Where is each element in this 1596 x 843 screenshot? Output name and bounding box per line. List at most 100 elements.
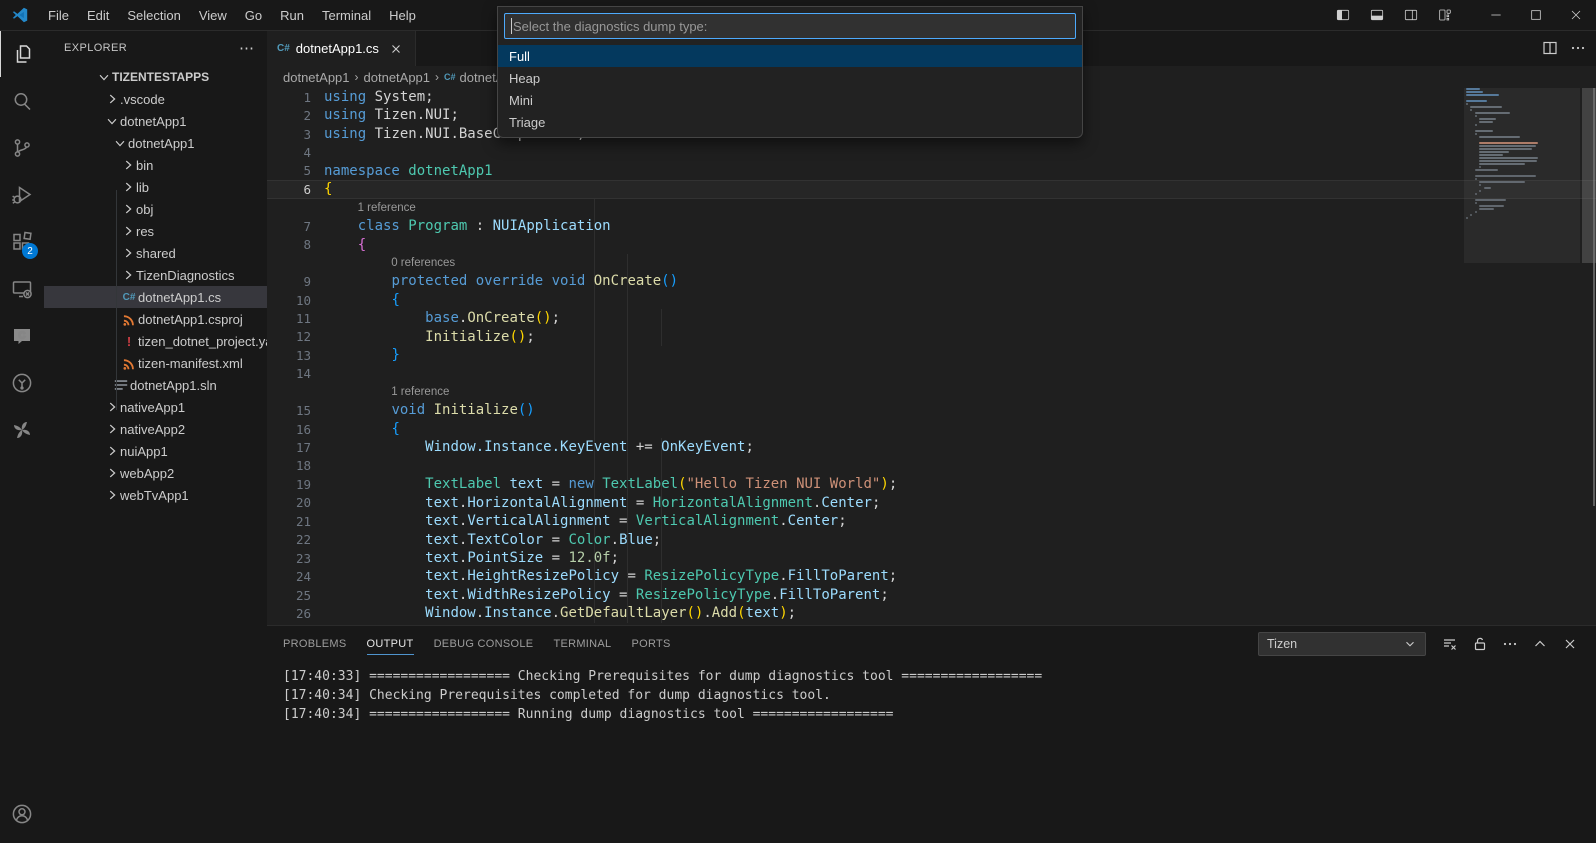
- panel-tab-ports[interactable]: PORTS: [631, 626, 670, 661]
- tree-item-lib[interactable]: lib: [44, 176, 267, 198]
- code-line-13[interactable]: 13 }: [267, 346, 1596, 364]
- tree-item-dotnetapp1[interactable]: dotnetApp1: [44, 110, 267, 132]
- code-line-10[interactable]: 10 {: [267, 291, 1596, 309]
- code-line-7[interactable]: 7 class Program : NUIApplication: [267, 217, 1596, 235]
- tab-dotnetapp1cs[interactable]: C# dotnetApp1.cs: [267, 30, 416, 66]
- panel-tab-debug-console[interactable]: DEBUG CONSOLE: [434, 626, 534, 661]
- code-line-18[interactable]: 18: [267, 457, 1596, 475]
- quick-pick-item-full[interactable]: Full: [498, 45, 1082, 67]
- tree-item-webapp2[interactable]: webApp2: [44, 462, 267, 484]
- activity-remote-target-icon[interactable]: [0, 265, 44, 312]
- activity-csharp-icon[interactable]: C: [0, 312, 44, 359]
- more-actions-icon[interactable]: [1500, 634, 1520, 654]
- code-line-11[interactable]: 11 base.OnCreate();: [267, 309, 1596, 327]
- editor-scrollbar[interactable]: [1582, 88, 1596, 625]
- code-line-17[interactable]: 17 Window.Instance.KeyEvent += OnKeyEven…: [267, 438, 1596, 456]
- output-channel-select[interactable]: Tizen: [1258, 632, 1426, 656]
- customize-layout-icon[interactable]: [1428, 0, 1462, 30]
- code-editor[interactable]: 1using System;2using Tizen.NUI;3using Ti…: [267, 88, 1596, 625]
- code-line-12[interactable]: 12 Initialize();: [267, 328, 1596, 346]
- code-line-19[interactable]: 19 TextLabel text = new TextLabel("Hello…: [267, 475, 1596, 493]
- tree-item-dotnetapp1-csproj[interactable]: dotnetApp1.csproj: [44, 308, 267, 330]
- activity-extensions-icon[interactable]: 2: [0, 218, 44, 265]
- toggle-panel-icon[interactable]: [1360, 0, 1394, 30]
- code-line-21[interactable]: 21 text.VerticalAlignment = VerticalAlig…: [267, 512, 1596, 530]
- tree-item-dotnetapp1-sln[interactable]: dotnetApp1.sln: [44, 374, 267, 396]
- split-editor-icon[interactable]: [1542, 40, 1558, 56]
- activity-run-debug-icon[interactable]: [0, 171, 44, 218]
- tree-item-obj[interactable]: obj: [44, 198, 267, 220]
- explorer-more-actions-icon[interactable]: ⋯: [239, 39, 255, 57]
- menu-view[interactable]: View: [190, 0, 236, 30]
- line-number: 26: [267, 606, 311, 621]
- code-line-14[interactable]: 14: [267, 365, 1596, 383]
- tree-item--vscode[interactable]: .vscode: [44, 88, 267, 110]
- toggle-primary-sidebar-icon[interactable]: [1326, 0, 1360, 30]
- menu-go[interactable]: Go: [236, 0, 271, 30]
- panel-tab-output[interactable]: OUTPUT: [367, 626, 414, 661]
- panel-tab-problems[interactable]: PROBLEMS: [283, 626, 347, 661]
- minimize-icon[interactable]: [1476, 0, 1516, 30]
- panel-tab-terminal[interactable]: TERMINAL: [553, 626, 611, 661]
- activity-explorer-icon[interactable]: [0, 30, 45, 77]
- code-line-16[interactable]: 16 {: [267, 420, 1596, 438]
- menu-file[interactable]: File: [39, 0, 78, 30]
- activity-tizen-certificate-icon[interactable]: [0, 359, 44, 406]
- activity-tizen-pinwheel-icon[interactable]: [0, 406, 44, 453]
- code-line-4[interactable]: 4: [267, 143, 1596, 161]
- maximize-panel-icon[interactable]: [1530, 634, 1550, 654]
- codelens-row[interactable]: 0 references: [267, 254, 1596, 272]
- tree-item-nuiapp1[interactable]: nuiApp1: [44, 440, 267, 462]
- code-line-22[interactable]: 22 text.TextColor = Color.Blue;: [267, 531, 1596, 549]
- code-line-8[interactable]: 8 {: [267, 236, 1596, 254]
- activity-account-icon[interactable]: [0, 790, 44, 837]
- code-line-26[interactable]: 26 Window.Instance.GetDefaultLayer().Add…: [267, 604, 1596, 622]
- code-line-15[interactable]: 15 void Initialize(): [267, 401, 1596, 419]
- quick-pick-item-triage[interactable]: Triage: [498, 111, 1082, 133]
- menu-run[interactable]: Run: [271, 0, 313, 30]
- menu-help[interactable]: Help: [380, 0, 425, 30]
- scrollbar-thumb[interactable]: [1582, 88, 1596, 263]
- code-line-24[interactable]: 24 text.HeightResizePolicy = ResizePolic…: [267, 567, 1596, 585]
- code-line-9[interactable]: 9 protected override void OnCreate(): [267, 272, 1596, 290]
- clear-output-icon[interactable]: [1440, 634, 1460, 654]
- tab-close-icon[interactable]: [387, 40, 405, 58]
- tree-item-res[interactable]: res: [44, 220, 267, 242]
- tree-item-nativeapp1[interactable]: nativeApp1: [44, 396, 267, 418]
- close-panel-icon[interactable]: [1560, 634, 1580, 654]
- tree-item-tizendiagnostics[interactable]: TizenDiagnostics: [44, 264, 267, 286]
- menu-edit[interactable]: Edit: [78, 0, 118, 30]
- code-line-5[interactable]: 5namespace dotnetApp1: [267, 162, 1596, 180]
- menu-selection[interactable]: Selection: [118, 0, 189, 30]
- code-line-20[interactable]: 20 text.HorizontalAlignment = Horizontal…: [267, 494, 1596, 512]
- tree-item-bin[interactable]: bin: [44, 154, 267, 176]
- tree-item-tizen-manifest-xml[interactable]: tizen-manifest.xml: [44, 352, 267, 374]
- activity-search-icon[interactable]: [0, 77, 44, 124]
- activity-source-control-icon[interactable]: [0, 124, 44, 171]
- tree-item-shared[interactable]: shared: [44, 242, 267, 264]
- code-line-6[interactable]: 6{: [267, 180, 1596, 198]
- output-log[interactable]: [17:40:33] ================== Checking P…: [267, 661, 1596, 725]
- toggle-secondary-sidebar-icon[interactable]: [1394, 0, 1428, 30]
- minimap[interactable]: [1466, 88, 1578, 220]
- codelens-row[interactable]: 1 reference: [267, 383, 1596, 401]
- unlock-icon[interactable]: [1470, 634, 1490, 654]
- tree-item-dotnetapp1-cs[interactable]: C#dotnetApp1.cs: [44, 286, 267, 308]
- breadcrumb-item[interactable]: dotnetApp1: [364, 70, 431, 85]
- close-icon[interactable]: [1556, 0, 1596, 30]
- breadcrumb-item[interactable]: dotnetApp1: [283, 70, 350, 85]
- tree-item-tizen-dotnet-project-yaml[interactable]: !tizen_dotnet_project.yaml: [44, 330, 267, 352]
- quick-pick-item-heap[interactable]: Heap: [498, 67, 1082, 89]
- quick-pick-input[interactable]: Select the diagnostics dump type:: [504, 13, 1076, 39]
- menu-terminal[interactable]: Terminal: [313, 0, 380, 30]
- tree-item-tizentestapps[interactable]: TIZENTESTAPPS: [44, 66, 267, 88]
- codelens-row[interactable]: 1 reference: [267, 199, 1596, 217]
- code-line-23[interactable]: 23 text.PointSize = 12.0f;: [267, 549, 1596, 567]
- editor-more-actions-icon[interactable]: [1570, 40, 1586, 56]
- tree-item-webtvapp1[interactable]: webTvApp1: [44, 484, 267, 506]
- tree-item-dotnetapp1[interactable]: dotnetApp1: [44, 132, 267, 154]
- quick-pick-item-mini[interactable]: Mini: [498, 89, 1082, 111]
- code-line-25[interactable]: 25 text.WidthResizePolicy = ResizePolicy…: [267, 586, 1596, 604]
- maximize-icon[interactable]: [1516, 0, 1556, 30]
- tree-item-nativeapp2[interactable]: nativeApp2: [44, 418, 267, 440]
